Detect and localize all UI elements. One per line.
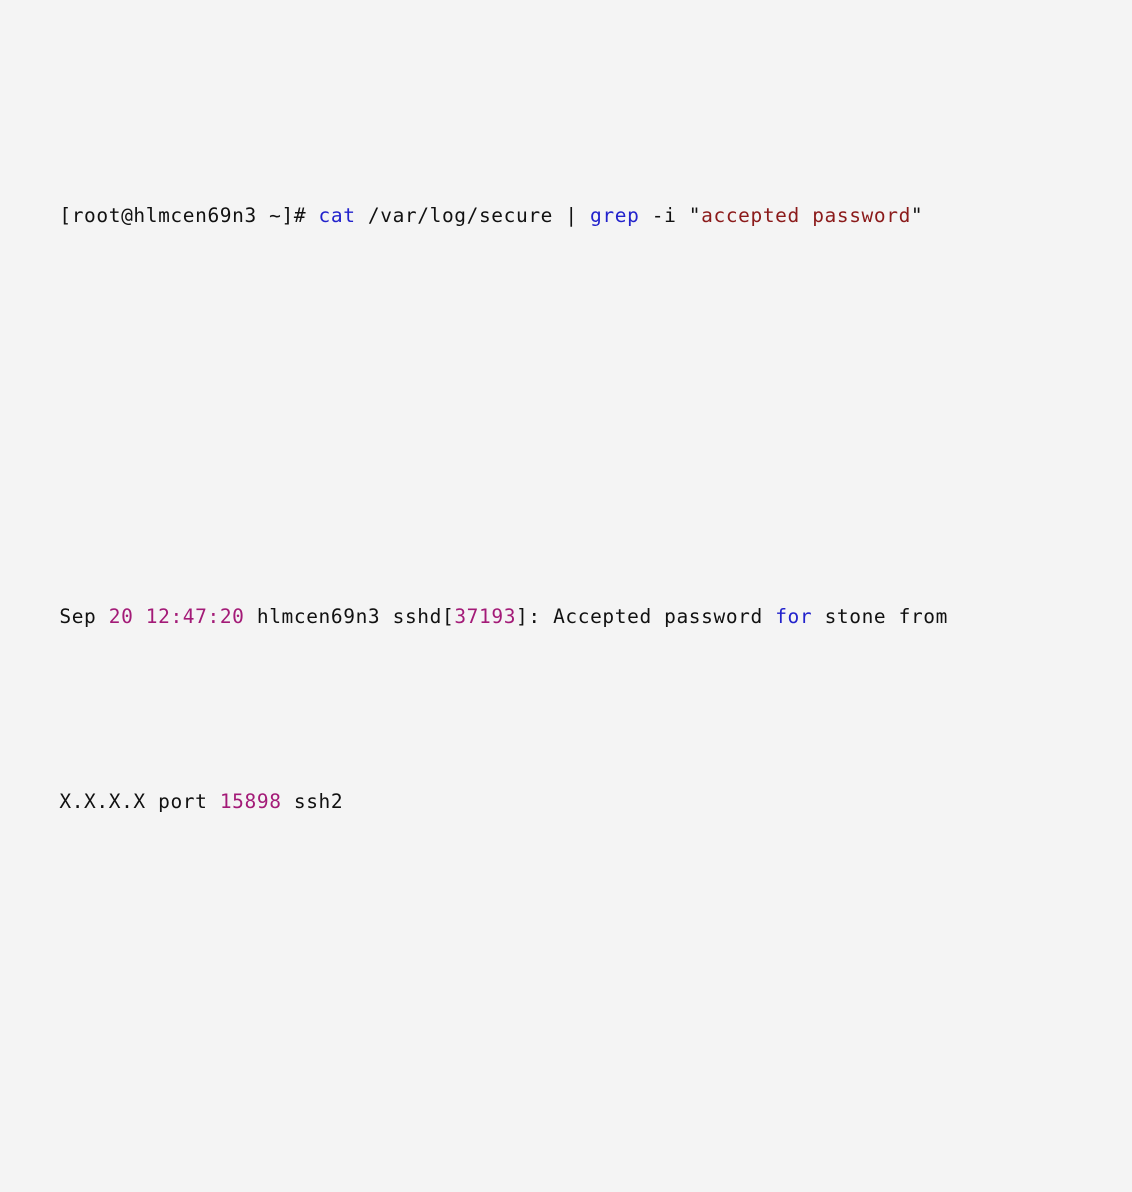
- grep-pattern: accepted password: [701, 204, 911, 227]
- log-protocol: ssh2: [293, 790, 344, 813]
- log-user: stone: [825, 1191, 887, 1192]
- pipe-operator: |: [565, 204, 578, 227]
- log-entry-tail: X.X.X.X port 15898 ssh2: [10, 746, 1122, 857]
- grep-flag: -i: [651, 204, 677, 227]
- log-user: stone: [824, 605, 887, 628]
- log-entry-head: Sep 20 16:17:47 hlmcen69n3 sshd[38206]: …: [10, 1147, 1122, 1192]
- log-service: sshd: [392, 605, 442, 628]
- terminal-screen[interactable]: [root@hlmcen69n3 ~]# cat /var/log/secure…: [0, 0, 1132, 1192]
- log-day: 20: [109, 1191, 134, 1192]
- shell-prompt: [root@hlmcen69n3 ~]#: [59, 204, 307, 227]
- command-line: [root@hlmcen69n3 ~]# cat /var/log/secure…: [10, 160, 1122, 271]
- log-pid: 38206: [454, 1191, 516, 1192]
- log-message: Accepted password: [553, 1191, 763, 1192]
- log-for-keyword: for: [775, 1191, 812, 1192]
- log-month: Sep: [59, 605, 97, 628]
- log-host: hlmcen69n3: [256, 605, 381, 628]
- log-month: Sep: [59, 1191, 96, 1192]
- log-port-label: port: [158, 790, 208, 813]
- close-quote: ": [910, 204, 924, 227]
- log-host: hlmcen69n3: [257, 1191, 380, 1192]
- log-time: 16:17:47: [146, 1191, 245, 1192]
- log-service: sshd: [393, 1191, 442, 1192]
- log-port: 15898: [219, 790, 282, 813]
- log-entry-head: Sep 20 12:47:20 hlmcen69n3 sshd[37193]: …: [59, 605, 948, 628]
- log-day: 20: [108, 605, 134, 628]
- log-for-keyword: for: [775, 605, 813, 628]
- log-ip: X.X.X.X: [59, 790, 146, 813]
- log-pid: 37193: [454, 605, 517, 628]
- log-from-keyword: from: [898, 605, 948, 628]
- command-grep: grep: [590, 204, 640, 227]
- log-time: 12:47:20: [145, 605, 245, 628]
- command-cat: cat: [318, 204, 356, 227]
- log-from-keyword: from: [899, 1191, 948, 1192]
- open-quote: ": [688, 204, 702, 227]
- command-path: /var/log/secure: [367, 204, 554, 227]
- log-message: Accepted password: [553, 605, 763, 628]
